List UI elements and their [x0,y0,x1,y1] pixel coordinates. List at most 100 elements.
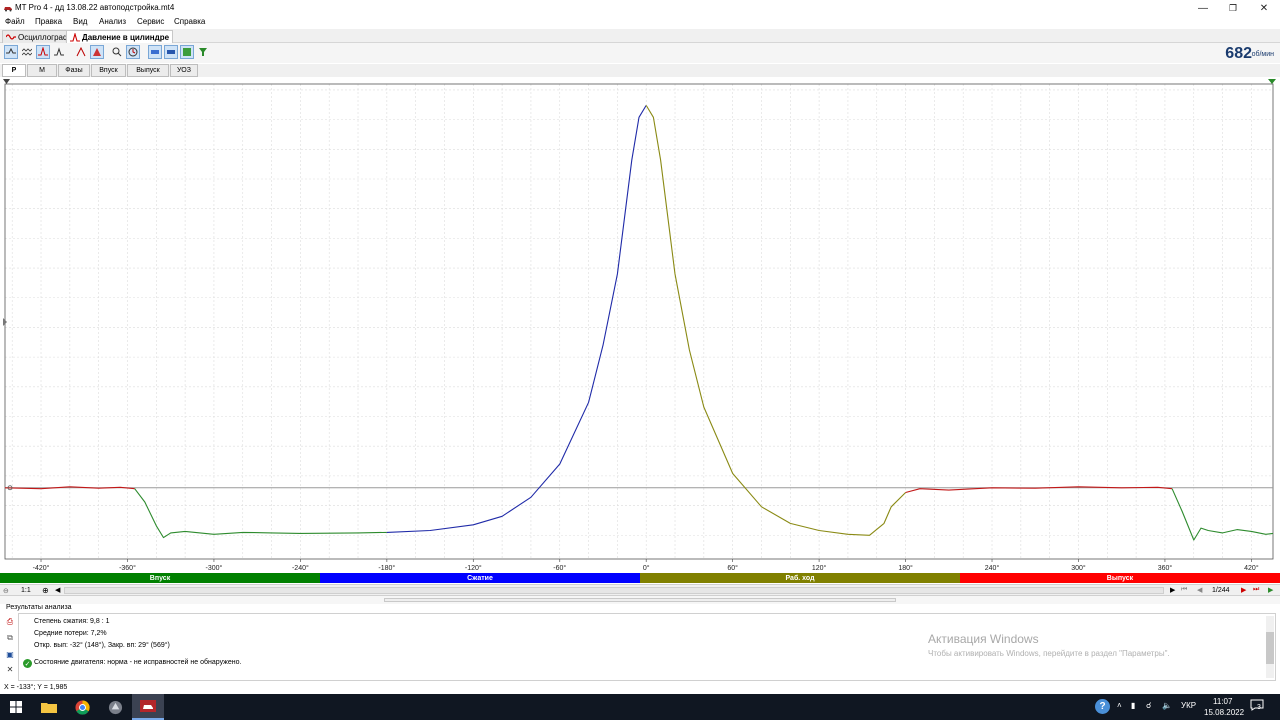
scroll-left-icon[interactable]: ◀ [55,586,60,594]
start-button[interactable] [0,694,32,720]
prev-cycle-icon[interactable]: ◀ [1197,586,1202,594]
activation-title: Активация Windows [928,632,1039,646]
panel-splitter[interactable] [0,596,1280,604]
save-report-icon[interactable]: ▣ [5,649,15,659]
horizontal-scrollbar[interactable] [64,587,1164,594]
tool-button-6[interactable] [196,45,210,59]
x-tick-label: -360° [119,564,136,572]
x-tick-label: 300° [1071,564,1086,572]
subtab-intake[interactable]: Впуск [91,64,126,77]
marker-icon [93,48,101,56]
cursor-icon [76,47,86,57]
view-mode-button-1[interactable] [4,45,18,59]
taskbar-explorer[interactable] [33,694,65,720]
x-tick-label: 240° [985,564,1000,572]
tool-button-5[interactable] [180,45,194,59]
taskbar: ? ˄ ▮ ☌ 🔈 УКР 11:07 15.08.2022 3 [0,694,1280,720]
x-tick-label: -420° [33,564,50,572]
tool-button-1[interactable] [110,45,124,59]
menu-view[interactable]: Вид [73,17,87,26]
maximize-button[interactable]: ❐ [1218,0,1248,16]
x-tick-label: -300° [206,564,223,572]
taskbar-mt-pro[interactable] [132,694,164,720]
engine-status: Состояние двигателя: норма - не исправно… [34,659,242,666]
x-tick-label: 360° [1158,564,1173,572]
tool-button-3[interactable] [148,45,162,59]
subtab-exhaust[interactable]: Выпуск [127,64,169,77]
volume-icon[interactable]: 🔈 [1162,701,1172,710]
battery-icon[interactable]: ▮ [1131,701,1135,710]
help-icon[interactable]: ? [1095,699,1110,714]
save-icon [183,48,191,56]
taskbar-chrome[interactable] [66,694,98,720]
view-mode-button-2[interactable] [20,45,34,59]
valve-timing: Откр. вып: -32° (148°), Закр. вп: 29° (5… [34,642,170,649]
view-mode-button-4[interactable] [52,45,66,59]
zoom-in-icon[interactable]: ⊕ [42,586,49,595]
tool-button-2[interactable] [126,45,140,59]
subtab-m[interactable]: M [27,64,57,77]
tab-cylinder-pressure[interactable]: Давление в цилиндре [66,30,174,43]
play-icon[interactable]: ▶ [1268,586,1273,594]
results-scroll-thumb[interactable] [1266,632,1274,664]
menu-edit[interactable]: Правка [35,17,62,26]
menu-bar: Файл Правка Вид Анализ Сервис Справка [0,16,1280,29]
subtab-phases[interactable]: Фазы [58,64,90,77]
menu-service[interactable]: Сервис [137,17,164,26]
menu-analysis[interactable]: Анализ [99,17,126,26]
pressure-chart[interactable]: -420° -360° -300° -240° -180° -120° -60° 0° 60° 1… [0,77,1280,573]
compression-ratio: Степень сжатия: 9,8 : 1 [34,618,110,625]
range2-icon [167,50,175,54]
cursor-button[interactable] [74,45,88,59]
clock-time[interactable]: 11:07 [1213,697,1232,706]
subtab-p[interactable]: P [2,64,26,77]
waveform-icon [6,47,16,54]
close-icon: ✕ [1259,2,1269,14]
phase-bar: Впуск Сжатие Раб. ход Выпуск [0,573,1280,583]
x-tick-label: -180° [378,564,395,572]
main-tabs: Осциллограф Давление в цилиндре [0,29,1280,43]
notification-center[interactable]: 3 [1250,699,1266,715]
x-tick-label: 420° [1244,564,1259,572]
marker-button[interactable] [90,45,104,59]
x-tick-label: 120° [812,564,827,572]
results-scrollbar[interactable] [1266,616,1274,678]
tab-cylinder-pressure-label: Давление в цилиндре [82,32,170,42]
subtab-ignition-timing[interactable]: УОЗ [170,64,198,77]
results-title: Результаты анализа [6,604,72,611]
results-panel: Степень сжатия: 9,8 : 1 Средние потери: … [18,613,1276,681]
scroll-right-icon[interactable]: ▶ [1170,586,1175,594]
print-icon[interactable]: ⎙ [5,617,15,627]
first-cycle-icon[interactable]: ⏮ [1181,586,1187,594]
last-cycle-icon[interactable]: ⏭ [1253,586,1259,594]
tray-chevron-icon[interactable]: ˄ [1117,701,1122,710]
rpm-unit: об/мин [1251,51,1274,58]
next-cycle-icon[interactable]: ▶ [1241,586,1246,594]
menu-help[interactable]: Справка [174,17,205,26]
range-icon [151,50,159,54]
zoom-out-icon[interactable]: ⊖ [3,587,9,595]
status-ok-icon: ✓ [23,659,32,668]
x-tick-label: 0° [643,564,650,572]
oscilloscope-icon [6,34,16,40]
tab-oscilloscope[interactable]: Осциллограф [2,30,74,43]
network-icon[interactable]: ☌ [1146,701,1151,710]
language-indicator[interactable]: УКР [1181,701,1196,710]
cursor-coordinates: X = -133°; Y = 1,985 [4,684,68,691]
copy-icon[interactable]: ⧉ [5,633,15,643]
view-mode-button-3[interactable] [36,45,50,59]
toolbar [0,43,1280,63]
clock-date[interactable]: 15.08.2022 [1204,708,1244,717]
minimize-button[interactable]: — [1188,0,1218,16]
tool-button-4[interactable] [164,45,178,59]
taskbar-app-3[interactable] [99,694,131,720]
menu-file[interactable]: Файл [5,17,25,26]
close-results-icon[interactable]: ✕ [5,664,15,674]
x-tick-label: -120° [465,564,482,572]
splitter-handle[interactable] [384,598,896,602]
windows-logo-icon [10,701,22,713]
peak-icon [38,47,48,56]
zoom-level[interactable]: 1:1 [21,587,31,594]
close-button[interactable]: ✕ [1249,0,1279,16]
x-tick-label: 60° [727,564,738,572]
